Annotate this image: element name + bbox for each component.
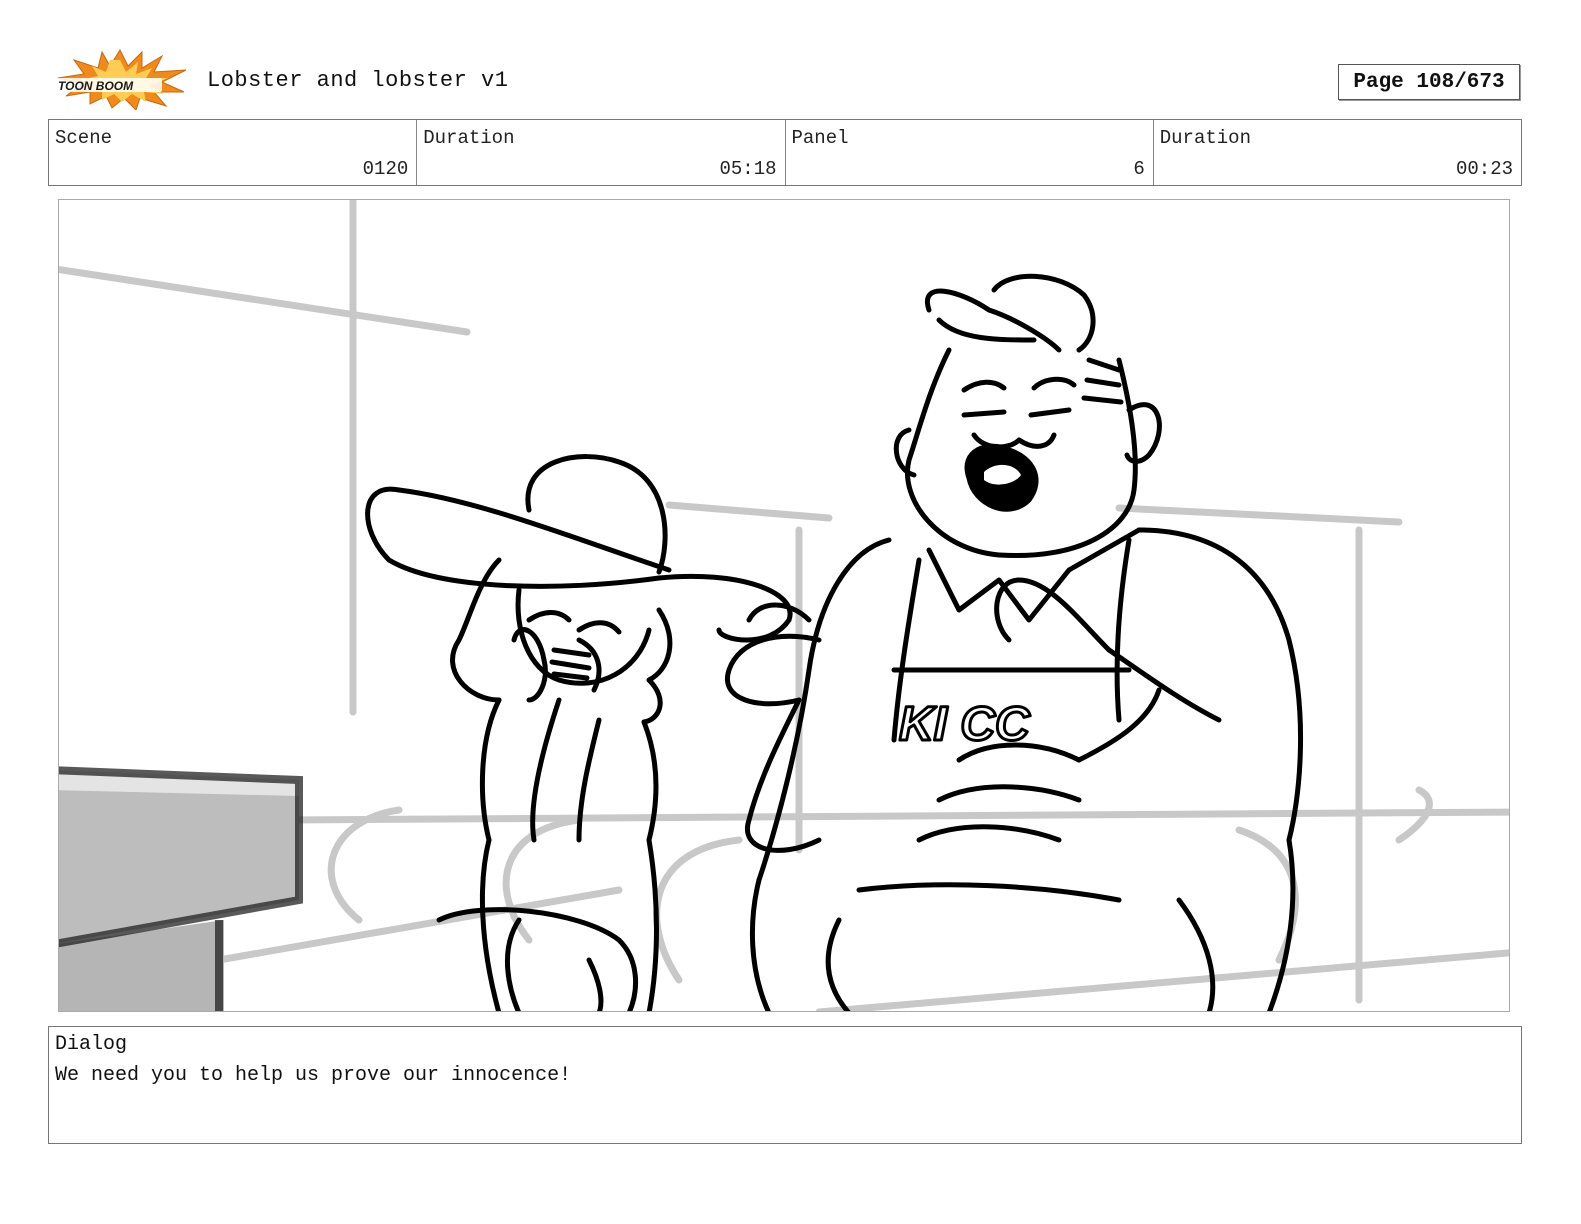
shouting-man-sketch: KI CC xyxy=(724,273,1304,1011)
crying-woman-sketch xyxy=(365,454,793,1011)
foreground-table-block xyxy=(59,766,303,1011)
dialog-text: We need you to help us prove our innocen… xyxy=(55,1064,572,1087)
scene-info-table: Scene 0120 Duration 05:18 Panel 6 Durati… xyxy=(48,119,1522,186)
logo-text: TOON BOOM xyxy=(58,79,134,93)
dialog-box: Dialog We need you to help us prove our … xyxy=(48,1026,1522,1144)
panel-duration-cell: Duration 00:23 xyxy=(1154,120,1521,185)
scene-duration-cell: Duration 05:18 xyxy=(417,120,786,185)
scene-duration-value: 05:18 xyxy=(719,158,777,180)
panel-value: 6 xyxy=(1133,158,1145,180)
toon-boom-logo: TOON BOOM xyxy=(50,48,190,111)
scene-cell: Scene 0120 xyxy=(49,120,418,185)
document-title: Lobster and lobster v1 xyxy=(207,68,509,93)
storyboard-sketch: KI CC xyxy=(59,200,1509,1011)
dialog-label: Dialog xyxy=(55,1033,128,1056)
scene-value: 0120 xyxy=(362,158,409,180)
scene-label: Scene xyxy=(55,127,113,149)
storyboard-panel: KI CC xyxy=(58,199,1510,1012)
panel-cell: Panel 6 xyxy=(786,120,1154,185)
panel-label: Panel xyxy=(791,127,849,149)
panel-duration-value: 00:23 xyxy=(1455,158,1513,180)
scene-duration-label: Duration xyxy=(423,127,515,149)
page-indicator: Page 108/673 xyxy=(1338,64,1520,100)
panel-duration-label: Duration xyxy=(1159,127,1251,149)
